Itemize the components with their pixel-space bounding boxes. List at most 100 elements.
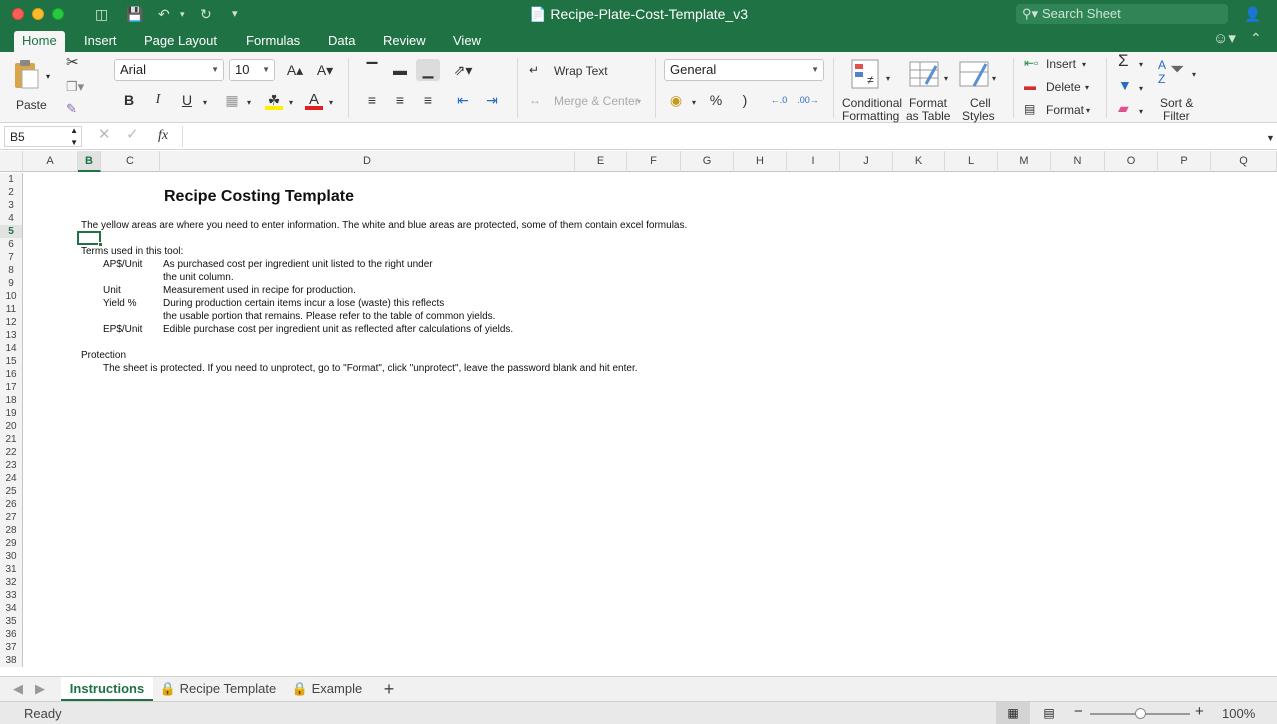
accounting-dropdown-icon[interactable]: ▾ [692, 96, 696, 110]
fill-color-icon[interactable]: ☘ [262, 89, 286, 111]
italic-button[interactable]: I [146, 89, 170, 111]
column-header-k[interactable]: K [893, 151, 945, 172]
zoom-slider[interactable] [1090, 708, 1190, 719]
column-header-p[interactable]: P [1158, 151, 1211, 172]
row-header-24[interactable]: 24 [0, 472, 23, 485]
row-header-26[interactable]: 26 [0, 498, 23, 511]
font-size-select[interactable]: 10 ▼ [229, 59, 275, 81]
cut-scissors-icon[interactable]: ✂ [66, 55, 79, 70]
row-header-36[interactable]: 36 [0, 628, 23, 641]
column-header-c[interactable]: C [101, 151, 160, 172]
tab-insert[interactable]: Insert [76, 31, 125, 52]
accounting-format-icon[interactable]: ◉ [664, 89, 688, 111]
previous-sheet-icon[interactable]: ◀ [10, 677, 26, 701]
expand-formula-bar-icon[interactable]: ▼ [1266, 131, 1275, 145]
tab-formulas[interactable]: Formulas [238, 31, 308, 52]
align-right-button[interactable]: ≡ [416, 89, 440, 111]
sheet-tab-instructions[interactable]: Instructions [61, 677, 153, 701]
column-header-n[interactable]: N [1051, 151, 1105, 172]
autosum-icon[interactable]: Σ [1118, 52, 1129, 69]
row-header-34[interactable]: 34 [0, 602, 23, 615]
row-header-12[interactable]: 12 [0, 316, 23, 329]
tab-home[interactable]: Home [14, 31, 65, 52]
tab-review[interactable]: Review [375, 31, 434, 52]
cancel-formula-icon[interactable]: ✕ [98, 127, 111, 142]
column-header-b[interactable]: B [78, 151, 101, 172]
fill-color-dropdown-icon[interactable]: ▾ [289, 96, 293, 110]
row-header-23[interactable]: 23 [0, 459, 23, 472]
column-header-g[interactable]: G [681, 151, 734, 172]
conditional-formatting-button[interactable]: ≠ ▾ Conditional Formatting [840, 56, 902, 123]
row-header-9[interactable]: 9 [0, 277, 23, 290]
autosum-dropdown-icon[interactable]: ▾ [1139, 58, 1143, 72]
enter-formula-icon[interactable]: ✓ [126, 127, 139, 142]
clear-eraser-icon[interactable]: ▰ [1118, 101, 1129, 115]
row-header-31[interactable]: 31 [0, 563, 23, 576]
search-sheet-input[interactable]: ⚲▾ Search Sheet [1016, 4, 1228, 24]
column-header-q[interactable]: Q [1211, 151, 1277, 172]
next-sheet-icon[interactable]: ▶ [32, 677, 48, 701]
page-layout-view-button[interactable]: ▤ [1036, 702, 1062, 724]
row-header-30[interactable]: 30 [0, 550, 23, 563]
normal-view-button[interactable]: ▦ [996, 702, 1030, 724]
row-header-14[interactable]: 14 [0, 342, 23, 355]
sheet-tab-recipe-template[interactable]: 🔒 Recipe Template [156, 677, 280, 701]
paste-button[interactable]: ▾ Paste [10, 56, 56, 112]
format-cells-button[interactable]: ▤ Format ▾ [1024, 101, 1096, 119]
decrease-indent-button[interactable]: ⇤ [451, 89, 475, 111]
sort-filter-button[interactable]: AZ ⏷ ▾ Sort & Filter [1152, 56, 1202, 123]
column-header-m[interactable]: M [998, 151, 1051, 172]
number-format-select[interactable]: General ▼ [664, 59, 824, 81]
row-header-21[interactable]: 21 [0, 433, 23, 446]
row-header-22[interactable]: 22 [0, 446, 23, 459]
increase-decimal-button[interactable]: ←.0 [767, 89, 791, 111]
copy-icon[interactable]: ❐▾ [66, 80, 84, 94]
select-all-corner[interactable] [0, 151, 23, 172]
row-header-20[interactable]: 20 [0, 420, 23, 433]
zoom-in-button[interactable]: + [1195, 704, 1204, 719]
merge-center-button[interactable]: ↔ Merge & Center ▾ [529, 93, 649, 109]
add-sheet-button[interactable]: + [378, 677, 400, 701]
selected-cell-b5[interactable] [77, 231, 103, 247]
row-header-29[interactable]: 29 [0, 537, 23, 550]
formula-input[interactable] [182, 126, 1262, 147]
align-middle-button[interactable]: ▬ [388, 59, 412, 81]
row-header-6[interactable]: 6 [0, 238, 23, 251]
orientation-icon[interactable]: ⇗▾ [451, 59, 475, 81]
bold-button[interactable]: B [117, 89, 141, 111]
row-header-13[interactable]: 13 [0, 329, 23, 342]
comma-style-button[interactable]: ) [733, 89, 757, 111]
row-header-37[interactable]: 37 [0, 641, 23, 654]
align-left-button[interactable]: ≡ [360, 89, 384, 111]
format-as-table-button[interactable]: ▾ Format as Table [904, 56, 954, 123]
column-header-o[interactable]: O [1105, 151, 1158, 172]
increase-font-size-button[interactable]: A▴ [283, 59, 307, 81]
sheet-tab-example[interactable]: 🔒 Example [285, 677, 369, 701]
name-box[interactable]: B5 ▲ ▼ [4, 126, 82, 147]
tab-page-layout[interactable]: Page Layout [136, 31, 225, 52]
clear-dropdown-icon[interactable]: ▾ [1139, 105, 1143, 119]
row-header-5[interactable]: 5 [0, 225, 23, 238]
row-header-18[interactable]: 18 [0, 394, 23, 407]
row-header-38[interactable]: 38 [0, 654, 23, 667]
font-color-icon[interactable]: A [302, 89, 326, 111]
zoom-slider-thumb[interactable] [1135, 708, 1146, 719]
decrease-decimal-button[interactable]: .00→ [796, 89, 820, 111]
zoom-out-button[interactable]: − [1074, 704, 1083, 719]
collapse-ribbon-icon[interactable]: ⌃ [1250, 29, 1262, 47]
row-header-11[interactable]: 11 [0, 303, 23, 316]
fill-down-icon[interactable]: ▼ [1118, 78, 1132, 92]
row-header-10[interactable]: 10 [0, 290, 23, 303]
column-header-f[interactable]: F [627, 151, 681, 172]
row-header-17[interactable]: 17 [0, 381, 23, 394]
format-painter-icon[interactable]: ✎ [66, 102, 77, 116]
row-header-16[interactable]: 16 [0, 368, 23, 381]
underline-dropdown-icon[interactable]: ▾ [203, 96, 207, 110]
column-header-j[interactable]: J [840, 151, 893, 172]
align-top-button[interactable]: ▔ [360, 59, 384, 81]
feedback-smiley-icon[interactable]: ☺▾ [1213, 30, 1236, 48]
row-header-15[interactable]: 15 [0, 355, 23, 368]
column-header-h[interactable]: H [734, 151, 787, 172]
insert-function-icon[interactable]: fx [158, 129, 168, 143]
column-header-d[interactable]: D [160, 151, 575, 172]
